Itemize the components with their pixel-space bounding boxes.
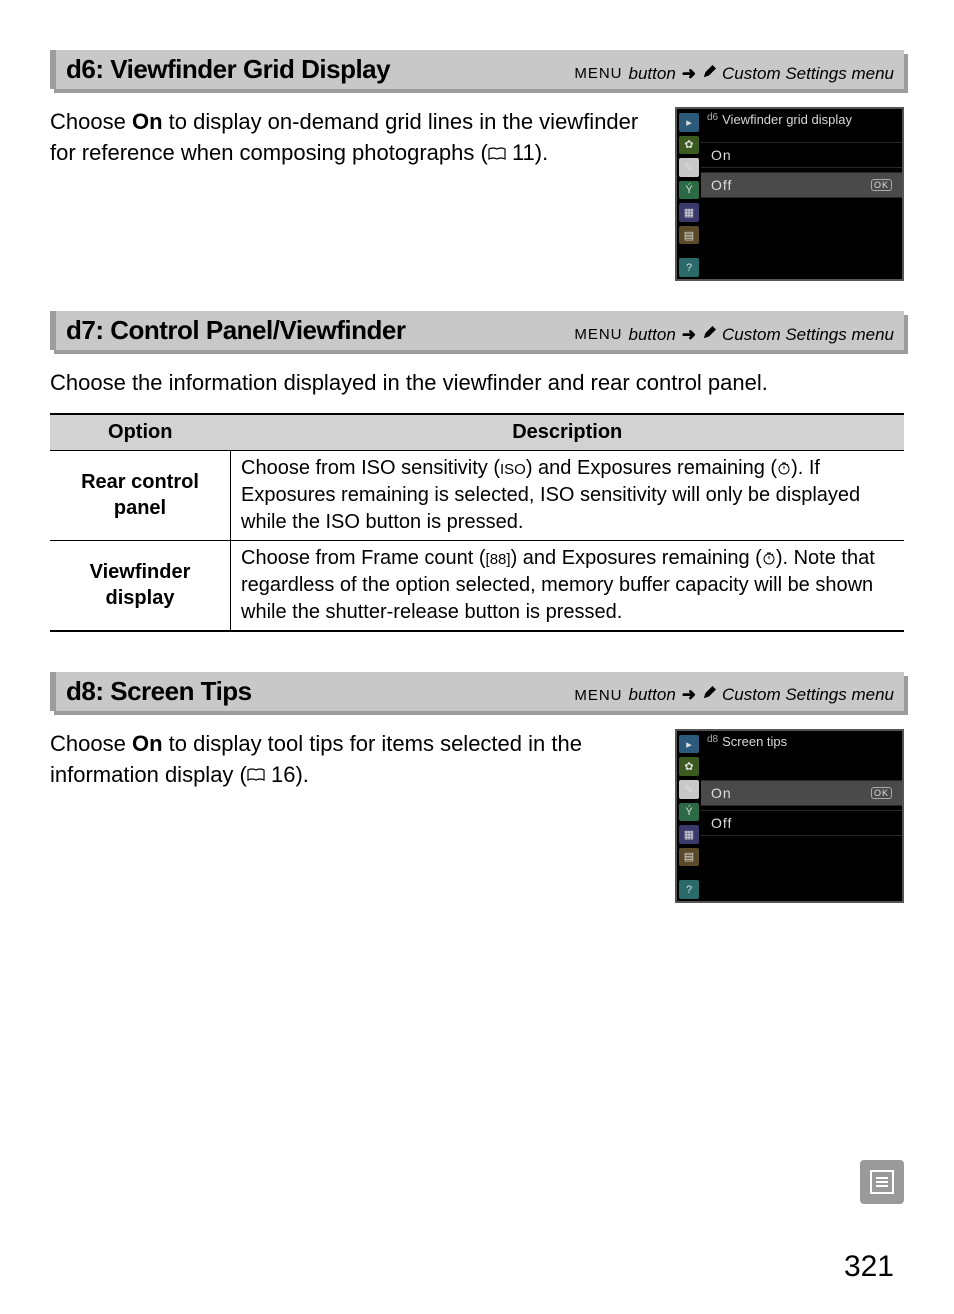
nav-target: Custom Settings menu <box>722 64 894 84</box>
desc-rear-control-panel: Choose from ISO sensitivity (ISO) and Ex… <box>231 450 905 540</box>
side-help-icon: ? <box>679 880 699 899</box>
section-body-d8: Choose On to display tool tips for items… <box>50 729 904 903</box>
section-title-d7: d7: Control Panel/Viewfinder <box>66 315 405 346</box>
lcd-mock-d6: ▸ ✿ ✎ Ý ▦ ▤ ? d6 Viewfinder grid display… <box>675 107 904 281</box>
side-setup-icon: ▦ <box>679 825 699 844</box>
option-viewfinder-display: Viewfinder display <box>50 540 231 631</box>
lcd-title-d8: d8 Screen tips <box>701 731 902 752</box>
section-nav-d8: MENU button ➜ Custom Settings menu <box>574 685 894 705</box>
side-retouch-icon: Ý <box>679 181 699 200</box>
pencil-icon <box>702 325 716 345</box>
arrow-icon: ➜ <box>682 325 696 345</box>
book-icon <box>488 139 506 170</box>
pencil-icon <box>702 685 716 705</box>
options-table-d7: Option Description Rear control panel Ch… <box>50 413 904 632</box>
lcd-title-d6: d6 Viewfinder grid display <box>701 109 902 130</box>
body-text-d6: Choose On to display on-demand grid line… <box>50 107 655 169</box>
section-body-d6: Choose On to display on-demand grid line… <box>50 107 904 281</box>
body-text-d8: Choose On to display tool tips for items… <box>50 729 655 791</box>
section-title-d8: d8: Screen Tips <box>66 676 252 707</box>
menu-label: MENU <box>574 65 622 82</box>
side-camera-icon: ✿ <box>679 757 699 776</box>
timer-icon <box>777 457 791 479</box>
lcd-main: d8 Screen tips On OK Off <box>701 731 902 901</box>
side-help-icon: ? <box>679 258 699 277</box>
th-description: Description <box>231 414 905 451</box>
page-number: 321 <box>844 1250 894 1284</box>
side-retouch-icon: Ý <box>679 803 699 822</box>
lcd-main: d6 Viewfinder grid display On Off OK <box>701 109 902 279</box>
manual-page: d6: Viewfinder Grid Display MENU button … <box>0 0 954 1314</box>
timer-icon <box>762 547 776 569</box>
lcd-side-icons: ▸ ✿ ✎ Ý ▦ ▤ ? <box>677 109 701 279</box>
lcd-option-off[interactable]: Off <box>701 810 902 836</box>
option-rear-control-panel: Rear control panel <box>50 450 231 540</box>
side-play-icon: ▸ <box>679 113 699 132</box>
side-play-icon: ▸ <box>679 735 699 754</box>
section-bar-d7: d7: Control Panel/Viewfinder MENU button… <box>50 311 904 350</box>
ok-indicator: OK <box>871 179 892 191</box>
lcd-side-icons: ▸ ✿ ✎ Ý ▦ ▤ ? <box>677 731 701 901</box>
lcd-option-on[interactable]: On <box>701 142 902 168</box>
table-row: Viewfinder display Choose from Frame cou… <box>50 540 904 631</box>
frame-count-glyph: [88] <box>486 551 511 568</box>
side-mymenu-icon: ▤ <box>679 226 699 245</box>
arrow-icon: ➜ <box>682 685 696 705</box>
side-mymenu-icon: ▤ <box>679 848 699 867</box>
ok-indicator: OK <box>871 787 892 799</box>
pencil-icon <box>702 64 716 84</box>
th-option: Option <box>50 414 231 451</box>
button-word: button <box>629 64 676 84</box>
page-menu-icon <box>860 1160 904 1204</box>
lcd-option-off[interactable]: Off OK <box>701 172 902 198</box>
section-bar-d6: d6: Viewfinder Grid Display MENU button … <box>50 50 904 89</box>
side-pencil-icon: ✎ <box>679 158 699 177</box>
section-nav-d6: MENU button ➜ Custom Settings menu <box>574 64 894 84</box>
arrow-icon: ➜ <box>682 64 696 84</box>
side-setup-icon: ▦ <box>679 203 699 222</box>
body-text-d7: Choose the information displayed in the … <box>50 368 904 399</box>
table-row: Rear control panel Choose from ISO sensi… <box>50 450 904 540</box>
section-title-d6: d6: Viewfinder Grid Display <box>66 54 390 85</box>
section-bar-d8: d8: Screen Tips MENU button ➜ Custom Set… <box>50 672 904 711</box>
desc-viewfinder-display: Choose from Frame count ([88]) and Expos… <box>231 540 905 631</box>
book-icon <box>247 760 265 791</box>
iso-glyph: ISO <box>500 461 526 478</box>
section-nav-d7: MENU button ➜ Custom Settings menu <box>574 325 894 345</box>
side-camera-icon: ✿ <box>679 136 699 155</box>
lcd-option-on[interactable]: On OK <box>701 780 902 806</box>
side-pencil-icon: ✎ <box>679 780 699 799</box>
lcd-mock-d8: ▸ ✿ ✎ Ý ▦ ▤ ? d8 Screen tips On OK Off <box>675 729 904 903</box>
